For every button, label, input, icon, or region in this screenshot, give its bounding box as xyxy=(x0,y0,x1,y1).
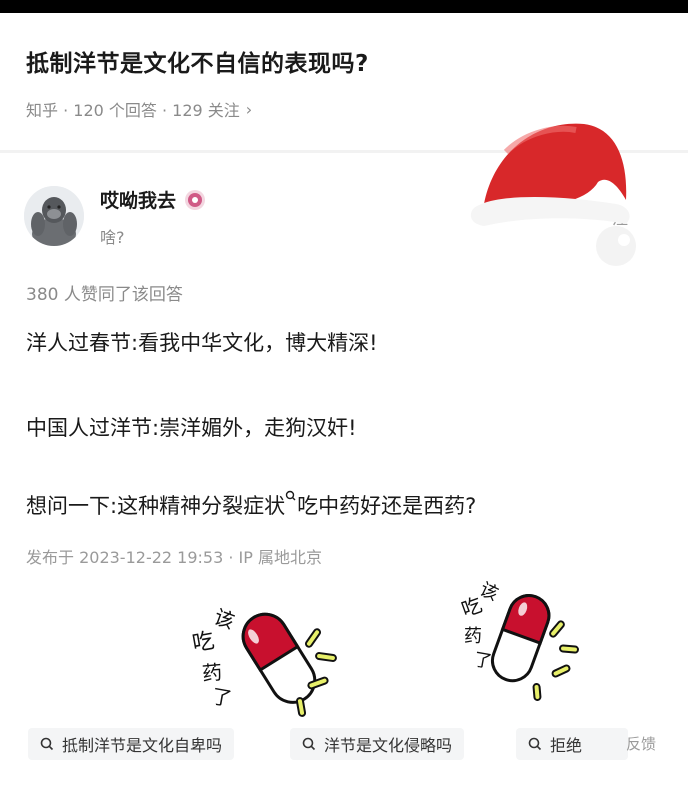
search-icon xyxy=(40,737,54,751)
svg-text:药: 药 xyxy=(464,626,482,647)
avatar[interactable] xyxy=(24,186,84,246)
svg-text:药: 药 xyxy=(201,660,223,686)
svg-text:了: 了 xyxy=(472,649,493,673)
answer-paragraph-part: 吃中药好还是西药? xyxy=(297,494,477,518)
santa-hat-icon xyxy=(470,123,636,266)
search-link-icon[interactable] xyxy=(285,490,297,512)
pill-sticker-icon: 吃 该 药 了 xyxy=(190,604,337,717)
publish-info: 发布于 2023-12-22 19:53 · IP 属地北京 xyxy=(26,548,322,567)
author-name-text: 哎呦我去 xyxy=(100,190,177,212)
pill-sticker-icon: 吃 该 药 了 xyxy=(458,580,579,701)
chip-fade xyxy=(588,728,628,760)
related-search-chip[interactable]: 洋节是文化侵略吗 xyxy=(290,728,465,760)
svg-text:该: 该 xyxy=(211,604,238,633)
related-search-text: 拒绝 xyxy=(550,736,583,755)
svg-text:吃: 吃 xyxy=(190,628,216,656)
related-search-text: 抵制洋节是文化自卑吗 xyxy=(62,736,223,755)
svg-text:了: 了 xyxy=(210,684,234,711)
answer-paragraph-3: 想问一下:这种精神分裂症状 吃中药好还是西药? xyxy=(26,490,476,520)
related-search-text: 洋节是文化侵略吗 xyxy=(324,736,453,755)
verified-badge-icon xyxy=(185,189,206,210)
answer-paragraph: 洋人过春节:看我中华文化，博大精深! xyxy=(26,331,378,355)
chevron-right-icon: › xyxy=(245,99,253,119)
related-search-chip[interactable]: 拒绝 xyxy=(516,728,628,760)
search-icon xyxy=(302,737,316,751)
feedback-button[interactable]: 反馈 xyxy=(626,733,656,754)
author-name[interactable]: 哎呦我去 xyxy=(100,186,206,213)
search-icon xyxy=(528,737,542,751)
gorilla-avatar-icon xyxy=(24,186,84,246)
answer-paragraph: 中国人过洋节:崇洋媚外，走狗汉奸! xyxy=(26,416,357,440)
author-bio: 啥? xyxy=(100,228,125,247)
status-bar xyxy=(0,0,688,13)
question-title[interactable]: 抵制洋节是文化不自信的表现吗? xyxy=(26,44,369,78)
answer-paragraph-part: 想问一下:这种精神分裂症状 xyxy=(26,494,286,518)
related-search-chip[interactable]: 抵制洋节是文化自卑吗 xyxy=(28,728,235,760)
likes-count: 380 人赞同了该回答 xyxy=(26,285,183,305)
question-meta[interactable]: 知乎 · 120 个回答 · 129 关注 › xyxy=(26,97,252,121)
question-meta-text: 知乎 · 120 个回答 · 129 关注 xyxy=(26,101,240,120)
